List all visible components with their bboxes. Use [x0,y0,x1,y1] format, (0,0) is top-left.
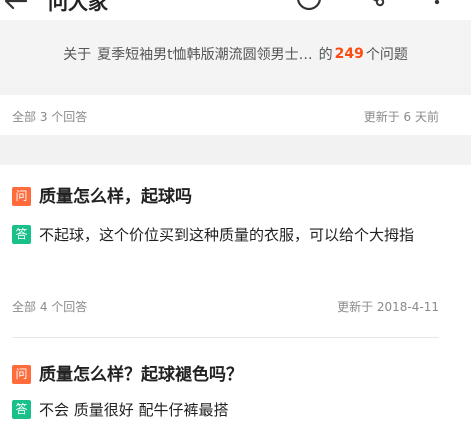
answer-badge: 答 [12,400,31,419]
qa-card[interactable]: 全部 3 个回答 更新于 6 天前 [0,95,471,135]
answer-text: 不起球，这个价位买到这种质量的衣服，可以给个大拇指 [39,226,415,244]
question-summary: 关于 夏季短袖男t恤韩版潮流圆领男士… 的 249 个问题 [0,20,471,88]
card-meta: 全部 3 个回答 更新于 6 天前 [12,108,439,125]
question-badge: 问 [12,365,31,384]
summary-product-name[interactable]: 夏季短袖男t恤韩版潮流圆领男士… [97,44,313,64]
summary-suffix: 个问题 [365,47,408,63]
question-text: 质量怎么样，起球吗 [39,187,192,207]
question-badge: 问 [12,187,31,206]
answer-count: 全部 4 个回答 [12,300,88,314]
divider [12,337,439,338]
page-title: 问大家 [48,0,108,14]
ring-icon[interactable] [296,0,322,12]
share-icon[interactable] [358,0,386,12]
answer-count: 全部 3 个回答 [12,110,88,124]
question-row: 问 质量怎么样？起球褪色吗？ [12,365,451,385]
qa-card[interactable]: 问 质量怎么样，起球吗 答 不起球，这个价位买到这种质量的衣服，可以给个大拇指 … [0,165,471,345]
updated-time: 更新于 2018-4-11 [337,300,439,314]
qa-card[interactable]: 问 质量怎么样？起球褪色吗？ 答 不会 质量很好 配牛仔裤最搭 [0,345,471,432]
summary-mid: 的 [318,47,333,63]
answer-row: 答 不起球，这个价位买到这种质量的衣服，可以给个大拇指 [12,221,451,249]
answer-text: 不会 质量很好 配牛仔裤最搭 [39,401,229,419]
more-icon[interactable] [431,0,443,12]
card-meta: 全部 4 个回答 更新于 2018-4-11 [12,298,439,315]
answer-row: 答 不会 质量很好 配牛仔裤最搭 [12,396,451,424]
summary-prefix: 关于 [63,47,92,63]
question-count: 249 [334,46,364,62]
updated-time: 更新于 6 天前 [363,110,439,124]
back-arrow-icon[interactable] [4,0,28,10]
top-app-bar: 问大家 [0,0,471,20]
question-text: 质量怎么样？起球褪色吗？ [39,365,243,385]
question-row: 问 质量怎么样，起球吗 [12,187,451,207]
answer-badge: 答 [12,225,31,244]
